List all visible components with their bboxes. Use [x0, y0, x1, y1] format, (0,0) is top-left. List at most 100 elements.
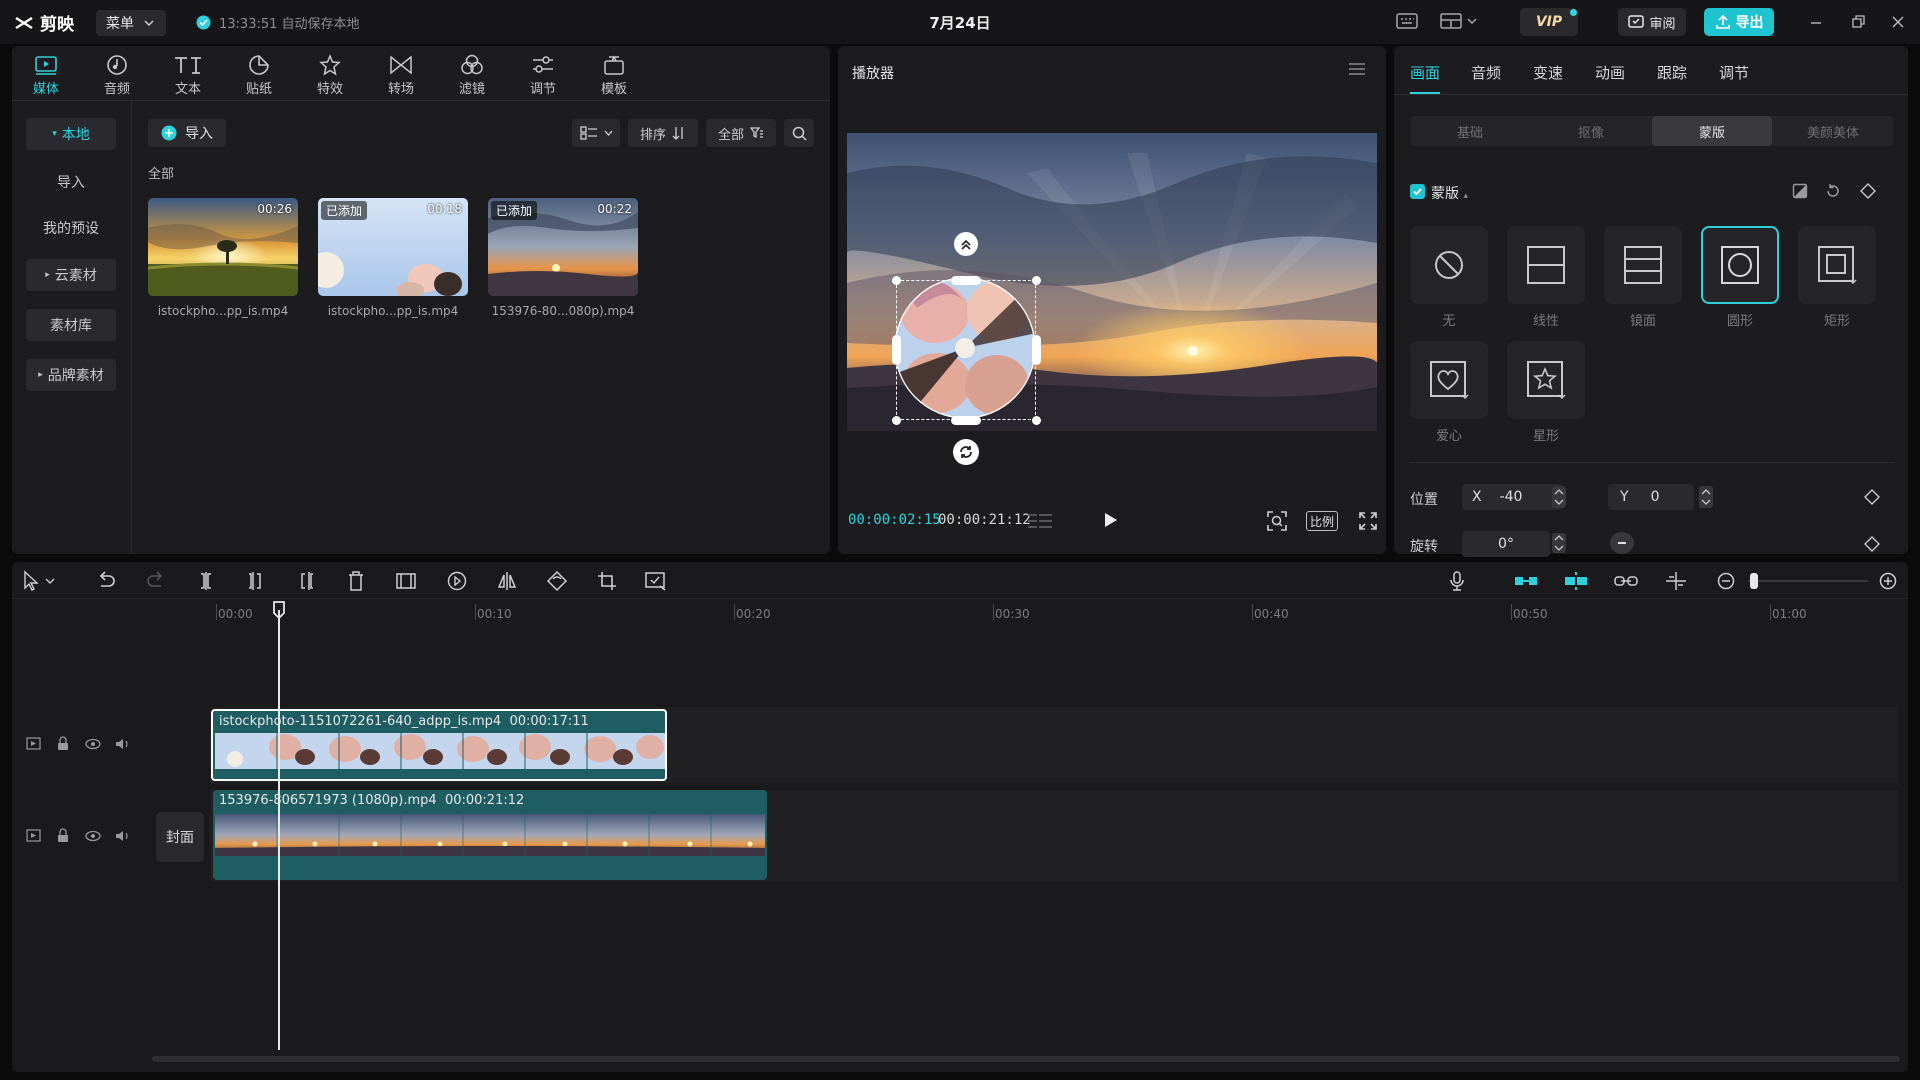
- keyframe-icon[interactable]: [1860, 183, 1876, 199]
- tab-adjust[interactable]: 调节: [1719, 62, 1749, 83]
- sidebar-item-presets[interactable]: 我的预设: [26, 212, 116, 244]
- resize-handle[interactable]: [892, 416, 901, 425]
- feather-handle-icon[interactable]: [954, 232, 978, 256]
- zoom-out-icon[interactable]: [1716, 570, 1736, 592]
- tab-speed[interactable]: 变速: [1533, 62, 1563, 83]
- playhead[interactable]: [278, 610, 280, 1050]
- subtab-mask[interactable]: 蒙版: [1652, 116, 1772, 146]
- trim-right-icon[interactable]: [296, 570, 316, 592]
- restore-icon[interactable]: [1850, 12, 1866, 32]
- sidebar-item-local[interactable]: ▾ 本地: [26, 118, 116, 150]
- split-icon[interactable]: [196, 570, 216, 592]
- tool-audio[interactable]: 音频: [89, 52, 145, 97]
- play-icon[interactable]: [1102, 510, 1120, 530]
- mask-option-rectangle[interactable]: [1798, 226, 1876, 304]
- auto-snap-icon[interactable]: [1563, 570, 1589, 592]
- link-icon[interactable]: [1613, 570, 1639, 592]
- tool-transition[interactable]: 转场: [373, 52, 429, 97]
- media-thumbnail[interactable]: 已添加 00:22: [488, 198, 638, 296]
- resize-handle-right[interactable]: [1032, 335, 1041, 365]
- video-preview[interactable]: [847, 133, 1377, 431]
- x-stepper-icon[interactable]: [1552, 486, 1566, 508]
- subtab-cutout[interactable]: 抠像: [1531, 116, 1651, 146]
- export-button[interactable]: 导出: [1704, 8, 1774, 36]
- tool-filter[interactable]: 滤镜: [444, 52, 500, 97]
- resize-handle[interactable]: [1032, 276, 1041, 285]
- crop-icon[interactable]: [596, 570, 618, 592]
- main-clip[interactable]: 153976-806571973 (1080p).mp4 00:00:21:12: [213, 790, 767, 880]
- sidebar-item-brand[interactable]: ▸ 品牌素材: [26, 359, 116, 391]
- undo-icon[interactable]: [96, 570, 116, 592]
- tool-adjust[interactable]: 调节: [515, 52, 571, 97]
- zoom-in-icon[interactable]: [1878, 570, 1898, 592]
- mask-option-linear[interactable]: [1507, 226, 1585, 304]
- fullscreen-icon[interactable]: [1358, 511, 1378, 531]
- menu-button[interactable]: 菜单: [96, 10, 166, 36]
- position-keyframe-icon[interactable]: [1864, 489, 1880, 505]
- tab-picture[interactable]: 画面: [1410, 62, 1440, 83]
- smart-crop-icon[interactable]: [644, 570, 668, 592]
- y-stepper-icon[interactable]: [1699, 486, 1713, 508]
- invert-mask-icon[interactable]: [1792, 183, 1808, 199]
- select-tool-icon[interactable]: [22, 570, 58, 592]
- media-thumbnail[interactable]: 已添加 00:18: [318, 198, 468, 296]
- resize-handle[interactable]: [1032, 416, 1041, 425]
- subtab-basic[interactable]: 基础: [1410, 116, 1530, 146]
- mask-option-circle[interactable]: [1701, 226, 1779, 304]
- tab-animation[interactable]: 动画: [1595, 62, 1625, 83]
- mask-checkbox[interactable]: [1410, 184, 1425, 199]
- media-thumbnail[interactable]: 00:26: [148, 198, 298, 296]
- aspect-ratio-button[interactable]: 比例: [1306, 511, 1338, 531]
- fit-view-icon[interactable]: [1266, 510, 1288, 532]
- tool-sticker[interactable]: 贴纸: [231, 52, 287, 97]
- speed-icon[interactable]: [446, 570, 468, 592]
- mask-option-none[interactable]: [1410, 226, 1488, 304]
- resize-handle-bottom[interactable]: [951, 416, 981, 425]
- tool-text[interactable]: 文本: [160, 52, 216, 97]
- mask-option-star[interactable]: [1507, 341, 1585, 419]
- rotation-field[interactable]: 0°: [1462, 531, 1550, 557]
- timecode-list-icon[interactable]: [1026, 512, 1054, 530]
- main-track-magnet-icon[interactable]: [1513, 570, 1539, 592]
- hamburger-menu-icon[interactable]: [1348, 62, 1366, 76]
- delete-icon[interactable]: [346, 570, 366, 592]
- review-button[interactable]: 审阅: [1618, 8, 1686, 36]
- sidebar-item-library[interactable]: 素材库: [26, 309, 116, 341]
- minimize-icon[interactable]: [1808, 12, 1824, 32]
- microphone-icon[interactable]: [1448, 570, 1466, 592]
- tool-effects[interactable]: 特效: [302, 52, 358, 97]
- freeze-frame-icon[interactable]: [395, 570, 417, 592]
- sort-button[interactable]: 排序: [628, 119, 698, 147]
- shortcut-icon[interactable]: [1396, 11, 1418, 31]
- resize-handle-left[interactable]: [892, 335, 901, 365]
- resize-handle-top[interactable]: [951, 276, 981, 285]
- zoom-slider-thumb[interactable]: [1750, 573, 1758, 589]
- redo-icon[interactable]: [146, 570, 166, 592]
- view-mode-button[interactable]: [572, 119, 620, 147]
- close-icon[interactable]: [1890, 12, 1906, 32]
- mask-option-mirror[interactable]: [1604, 226, 1682, 304]
- timeline-scrollbar[interactable]: [152, 1056, 1900, 1062]
- reset-icon[interactable]: [1825, 183, 1841, 199]
- rotation-stepper-icon[interactable]: [1552, 533, 1566, 553]
- mask-option-heart[interactable]: [1410, 341, 1488, 419]
- trim-left-icon[interactable]: [246, 570, 266, 592]
- filter-button[interactable]: 全部: [706, 119, 776, 147]
- resize-handle[interactable]: [892, 276, 901, 285]
- rotation-keyframe-icon[interactable]: [1864, 536, 1880, 552]
- zoom-slider-track[interactable]: [1748, 580, 1868, 582]
- sidebar-item-cloud[interactable]: ▸ 云素材: [26, 259, 116, 291]
- layout-icon[interactable]: [1440, 11, 1478, 31]
- sidebar-item-import[interactable]: 导入: [26, 166, 116, 198]
- cover-button[interactable]: 封面: [156, 812, 204, 862]
- tab-tracking[interactable]: 跟踪: [1657, 62, 1687, 83]
- position-y-field[interactable]: Y 0: [1608, 484, 1694, 510]
- tool-media[interactable]: 媒体: [18, 52, 74, 97]
- rotate-handle-icon[interactable]: [953, 439, 979, 465]
- mask-selection-frame[interactable]: [896, 280, 1036, 420]
- tool-template[interactable]: 模板: [586, 52, 642, 97]
- subtab-beauty[interactable]: 美颜美体: [1773, 116, 1893, 146]
- position-x-field[interactable]: X -40: [1462, 484, 1562, 510]
- mirror-icon[interactable]: [496, 570, 518, 592]
- search-button[interactable]: [784, 119, 814, 147]
